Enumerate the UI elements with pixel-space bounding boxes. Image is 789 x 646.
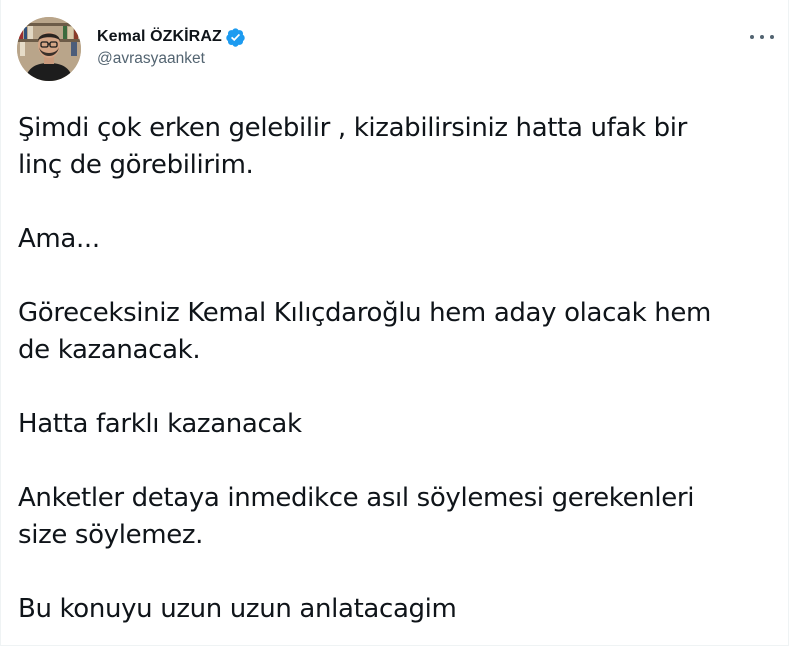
- tweet-paragraph: Göreceksiniz Kemal Kılıçdaroğlu hem aday…: [18, 298, 711, 365]
- more-horizontal-icon: [750, 35, 754, 39]
- tweet: Kemal ÖZKİRAZ @avrasyaanket Şimdi çok er…: [0, 0, 789, 646]
- tweet-paragraph: Ama...: [18, 224, 100, 254]
- more-horizontal-icon: [770, 35, 774, 39]
- handle[interactable]: @avrasyaanket: [97, 50, 246, 68]
- tweet-header: Kemal ÖZKİRAZ @avrasyaanket: [17, 17, 774, 83]
- tweet-paragraph: Şimdi çok erken gelebilir , kizabilirsin…: [18, 113, 687, 180]
- tweet-paragraph: Anketler detaya inmedikce asıl söylemesi…: [18, 483, 695, 550]
- verified-badge-icon: [225, 27, 246, 48]
- more-options-button[interactable]: [750, 29, 774, 45]
- display-name-row: Kemal ÖZKİRAZ: [97, 26, 246, 48]
- avatar[interactable]: [17, 17, 81, 81]
- display-name[interactable]: Kemal ÖZKİRAZ: [97, 28, 222, 46]
- tweet-text: Şimdi çok erken gelebilir , kizabilirsin…: [18, 110, 778, 628]
- profile-photo-icon: [17, 17, 81, 81]
- author-names: Kemal ÖZKİRAZ @avrasyaanket: [97, 26, 246, 68]
- tweet-paragraph: Bu konuyu uzun uzun anlatacagim: [18, 594, 457, 624]
- more-horizontal-icon: [760, 35, 764, 39]
- tweet-paragraph: Hatta farklı kazanacak: [18, 409, 302, 439]
